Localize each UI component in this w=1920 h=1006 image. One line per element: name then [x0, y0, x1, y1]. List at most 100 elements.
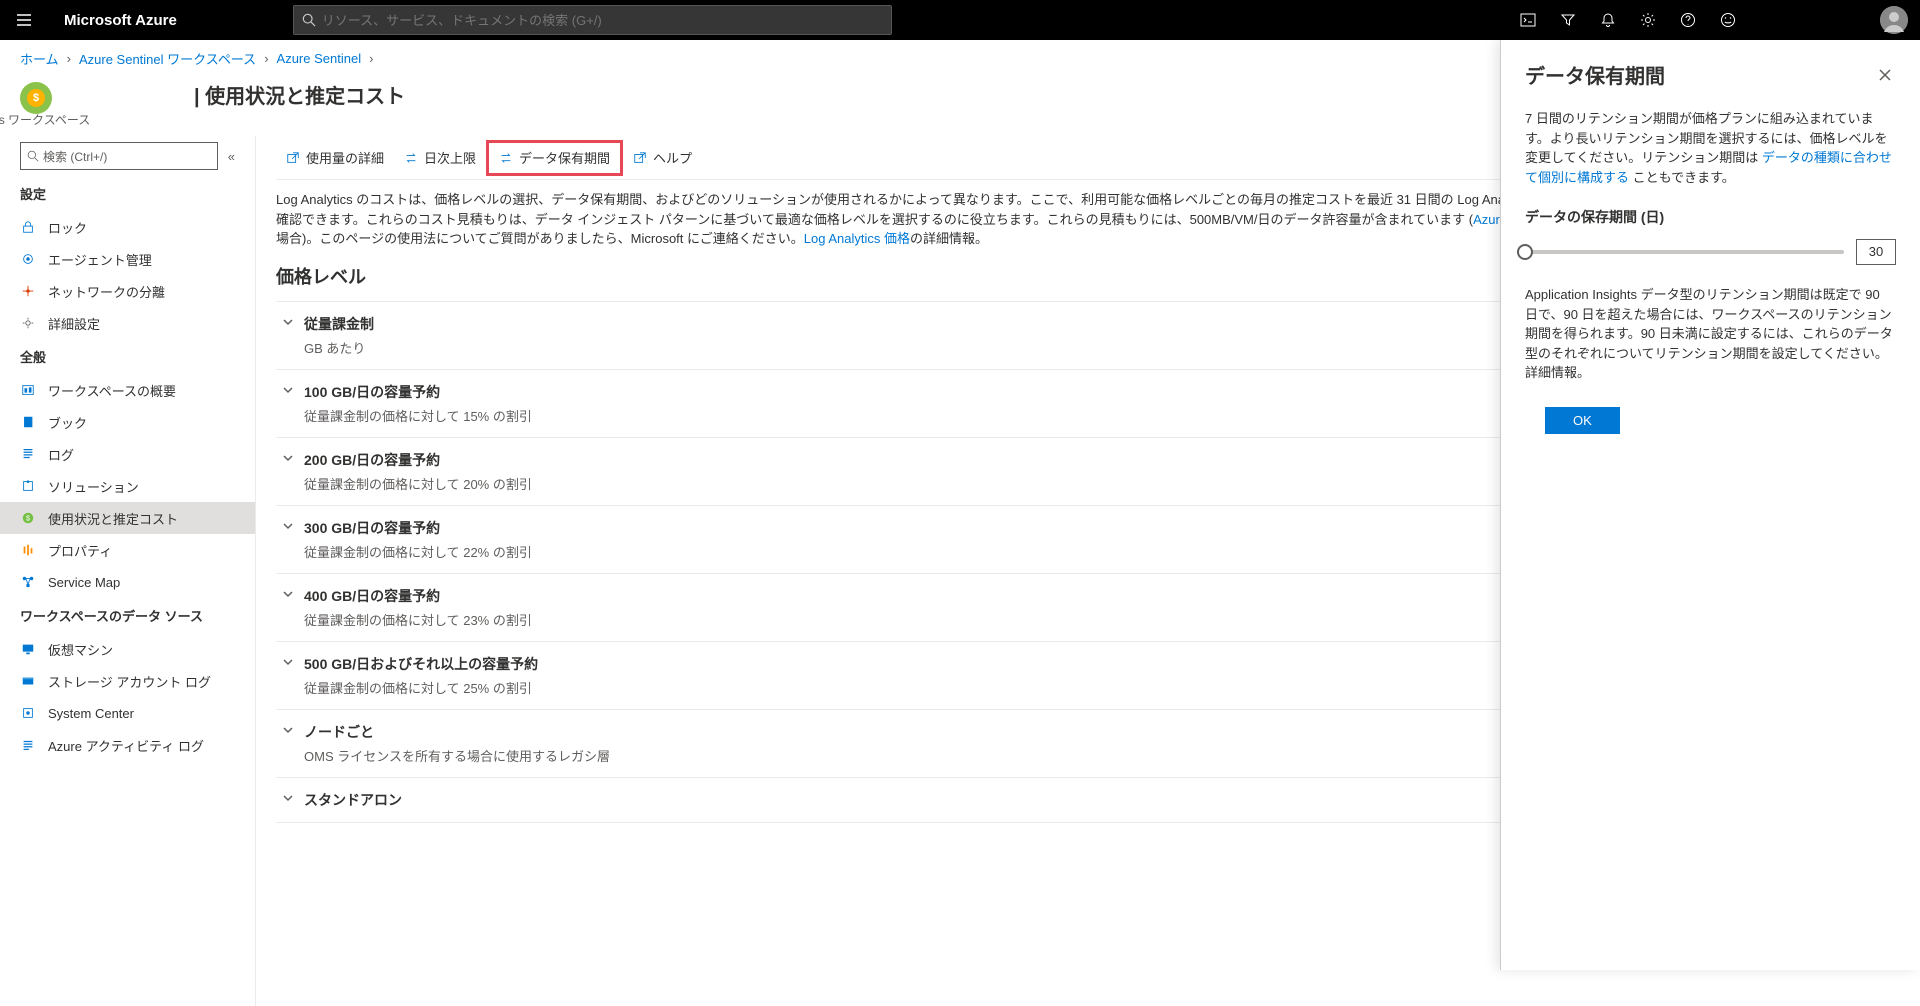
nav-section-settings: 設定	[0, 176, 255, 211]
retention-value[interactable]: 30	[1856, 239, 1896, 265]
external-link-icon	[286, 151, 300, 165]
pricing-tier-row[interactable]: 400 GB/日の容量予約 従量課金制の価格に対して 23% の割引	[276, 573, 1700, 641]
nav-network[interactable]: ネットワークの分離	[0, 275, 255, 307]
smiley-icon	[1720, 12, 1736, 28]
chevron-down-icon	[282, 316, 294, 328]
close-icon	[1878, 68, 1892, 82]
description-text: Log Analytics のコストは、価格レベルの選択、データ保有期間、および…	[276, 190, 1700, 249]
chevron-down-icon	[282, 452, 294, 464]
nav-system-center[interactable]: System Center	[0, 697, 255, 729]
chevron-down-icon	[282, 384, 294, 396]
nav-storage[interactable]: ストレージ アカウント ログ	[0, 665, 255, 697]
vm-icon	[21, 642, 35, 656]
directory-filter-button[interactable]	[1548, 0, 1588, 40]
map-icon	[21, 575, 35, 589]
daily-cap-button[interactable]: 日次上限	[394, 140, 486, 176]
tier-title: 従量課金制	[304, 314, 1700, 334]
data-retention-button[interactable]: データ保有期間	[486, 140, 623, 176]
page-title: | 使用状況と推定コスト	[194, 80, 405, 109]
tier-subtitle: 従量課金制の価格に対して 20% の割引	[304, 474, 1700, 493]
properties-icon	[21, 543, 35, 557]
logs-icon	[21, 447, 35, 461]
tier-title: スタンドアロン	[304, 790, 1700, 810]
question-icon	[1680, 12, 1696, 28]
settings-button[interactable]	[1628, 0, 1668, 40]
lock-icon	[21, 220, 35, 234]
panel-description: 7 日間のリテンション期間が価格プランに組み込まれています。より長いリテンション…	[1525, 109, 1896, 187]
nav-lock[interactable]: ロック	[0, 211, 255, 243]
terminal-icon	[1520, 12, 1536, 28]
panel-title: データ保有期間	[1525, 60, 1665, 89]
help-button[interactable]: ヘルプ	[623, 140, 702, 176]
nav-activity-log[interactable]: Azure アクティビティ ログ	[0, 729, 255, 761]
nav-vm[interactable]: 仮想マシン	[0, 633, 255, 665]
chevron-down-icon	[282, 792, 294, 804]
gear-icon	[1640, 12, 1656, 28]
workspace-icon: $	[20, 82, 52, 114]
nav-service-map[interactable]: Service Map	[0, 566, 255, 598]
collapse-sidenav-button[interactable]: «	[228, 149, 235, 164]
panel-note: Application Insights データ型のリテンション期間は既定で 9…	[1525, 285, 1896, 383]
sidenav-search-placeholder: 検索 (Ctrl+/)	[43, 148, 107, 165]
nav-usage-cost[interactable]: $使用状況と推定コスト	[0, 502, 255, 534]
pricing-tier-row[interactable]: ノードごと OMS ライセンスを所有する場合に使用するレガシ層	[276, 709, 1700, 777]
help-button[interactable]	[1668, 0, 1708, 40]
menu-button[interactable]	[0, 0, 48, 40]
retention-field-label: データの保存期間 (日)	[1525, 207, 1896, 227]
global-search-input[interactable]	[322, 13, 884, 28]
bell-icon	[1600, 12, 1616, 28]
nav-overview[interactable]: ワークスペースの概要	[0, 374, 255, 406]
more-info-link[interactable]: 詳細情報	[1525, 365, 1577, 380]
tier-subtitle: 従量課金制の価格に対して 22% の割引	[304, 542, 1700, 561]
feedback-button[interactable]	[1708, 0, 1748, 40]
chevron-down-icon	[282, 656, 294, 668]
nav-solutions[interactable]: ソリューション	[0, 470, 255, 502]
nav-agent[interactable]: エージェント管理	[0, 243, 255, 275]
svg-text:$: $	[26, 516, 30, 523]
breadcrumb-home[interactable]: ホーム	[20, 49, 59, 68]
notifications-button[interactable]	[1588, 0, 1628, 40]
sidenav-search[interactable]: 検索 (Ctrl+/)	[20, 142, 218, 170]
pricing-tier-row[interactable]: 200 GB/日の容量予約 従量課金制の価格に対して 20% の割引	[276, 437, 1700, 505]
pricing-tier-row[interactable]: 100 GB/日の容量予約 従量課金制の価格に対して 15% の割引	[276, 369, 1700, 437]
filter-icon	[1560, 12, 1576, 28]
tier-subtitle: GB あたり	[304, 338, 1700, 357]
tier-subtitle: 従量課金制の価格に対して 25% の割引	[304, 678, 1700, 697]
account-avatar[interactable]	[1880, 6, 1908, 34]
pricing-tier-row[interactable]: スタンドアロン	[276, 777, 1700, 823]
activity-icon	[21, 738, 35, 752]
brand[interactable]: Microsoft Azure	[48, 12, 193, 29]
ok-button[interactable]: OK	[1545, 407, 1620, 434]
chevron-down-icon	[282, 520, 294, 532]
breadcrumb-workspace[interactable]: Azure Sentinel ワークスペース	[79, 49, 256, 68]
nav-advanced[interactable]: 詳細設定	[0, 307, 255, 339]
usage-details-button[interactable]: 使用量の詳細	[276, 140, 394, 176]
breadcrumb-sentinel[interactable]: Azure Sentinel	[277, 51, 362, 66]
tier-title: 200 GB/日の容量予約	[304, 450, 1700, 470]
nav-workbook[interactable]: ブック	[0, 406, 255, 438]
pricing-tier-row[interactable]: 500 GB/日およびそれ以上の容量予約 従量課金制の価格に対して 25% の割…	[276, 641, 1700, 709]
search-icon	[302, 13, 316, 27]
external-link-icon	[633, 151, 647, 165]
slider-thumb[interactable]	[1517, 244, 1533, 260]
system-center-icon	[21, 706, 35, 720]
pricing-tier-row[interactable]: 300 GB/日の容量予約 従量課金制の価格に対して 22% の割引	[276, 505, 1700, 573]
tier-subtitle: 従量課金制の価格に対して 23% の割引	[304, 610, 1700, 629]
hamburger-icon	[16, 12, 32, 28]
tier-title: 300 GB/日の容量予約	[304, 518, 1700, 538]
nav-logs[interactable]: ログ	[0, 438, 255, 470]
nav-properties[interactable]: プロパティ	[0, 534, 255, 566]
tier-title: ノードごと	[304, 722, 1700, 742]
overview-icon	[21, 383, 35, 397]
tier-title: 500 GB/日およびそれ以上の容量予約	[304, 654, 1700, 674]
pricing-link[interactable]: Log Analytics 価格	[804, 231, 910, 246]
panel-close-button[interactable]	[1874, 64, 1896, 86]
puzzle-icon	[21, 479, 35, 493]
retention-slider[interactable]	[1525, 250, 1844, 254]
cloud-shell-button[interactable]	[1508, 0, 1548, 40]
pricing-tier-row[interactable]: 従量課金制 GB あたり	[276, 301, 1700, 369]
global-search[interactable]	[293, 5, 893, 35]
tier-subtitle: 従量課金制の価格に対して 15% の割引	[304, 406, 1700, 425]
agent-icon	[21, 252, 35, 266]
nav-section-datasource: ワークスペースのデータ ソース	[0, 598, 255, 633]
